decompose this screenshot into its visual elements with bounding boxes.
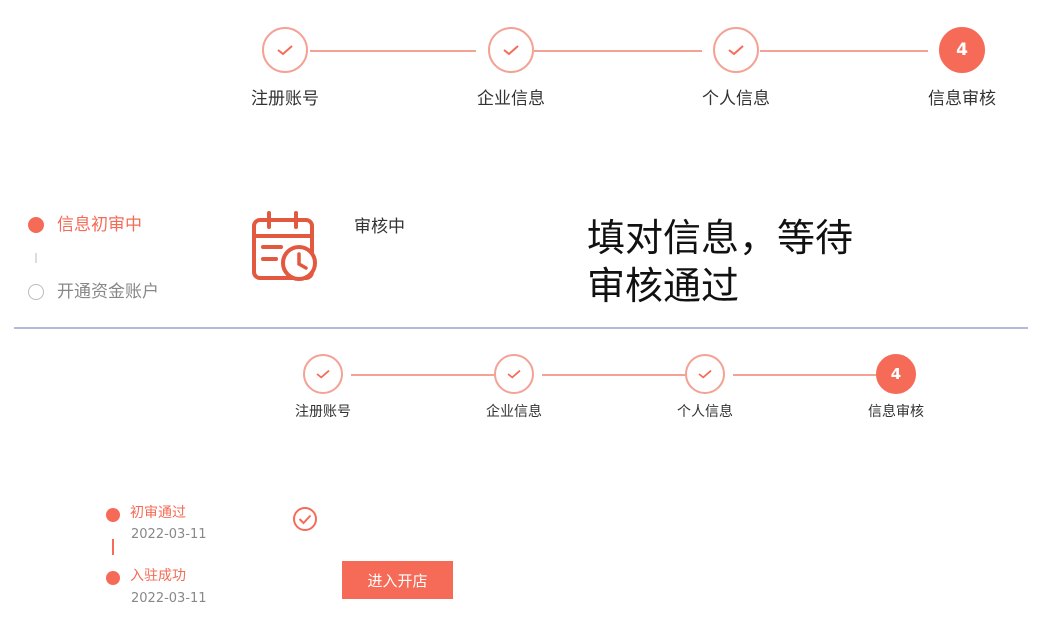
step-2-circle xyxy=(494,354,534,394)
step-1-circle xyxy=(262,27,308,73)
step-4-circle: 4 xyxy=(876,354,916,394)
step-label: 信息审核 xyxy=(928,89,996,109)
calendar-clock-icon xyxy=(252,211,317,281)
check-icon xyxy=(277,45,293,56)
step-1-circle xyxy=(303,354,343,394)
check-icon xyxy=(316,369,330,379)
result-step-date: 2022-03-11 xyxy=(131,527,207,542)
step-3-circle xyxy=(685,354,725,394)
enter-store-button[interactable]: 进入开店 xyxy=(342,561,453,599)
step-3-circle xyxy=(713,27,759,73)
check-icon xyxy=(507,369,521,379)
check-icon xyxy=(698,369,712,379)
timeline-dot-pending xyxy=(28,284,44,300)
timeline-dot-done xyxy=(106,571,120,585)
step-connector xyxy=(542,374,685,376)
timeline-connector xyxy=(112,539,114,555)
result-step-label: 入驻成功 xyxy=(130,568,186,584)
review-step-label: 信息初审中 xyxy=(57,215,142,235)
timeline-connector xyxy=(35,253,37,263)
step-connector xyxy=(534,50,702,52)
section-divider xyxy=(14,327,1028,329)
step-label: 企业信息 xyxy=(477,89,545,109)
review-status-text: 审核中 xyxy=(354,217,405,237)
caption-line: 填对信息，等待 xyxy=(587,216,854,260)
step-number: 4 xyxy=(890,365,902,383)
step-2-circle xyxy=(488,27,534,73)
step-connector xyxy=(760,50,928,52)
caption-line: 审核通过 xyxy=(587,264,740,308)
step-label: 信息审核 xyxy=(868,404,924,420)
step-label: 个人信息 xyxy=(677,404,733,420)
step-4-circle: 4 xyxy=(939,27,985,73)
check-icon xyxy=(503,45,519,56)
step-label: 注册账号 xyxy=(251,89,319,109)
timeline-dot-done xyxy=(106,508,120,522)
review-step-label: 开通资金账户 xyxy=(57,282,159,302)
step-connector xyxy=(310,50,476,52)
timeline-dot-active xyxy=(28,217,44,233)
step-connector xyxy=(733,374,876,376)
result-step-date: 2022-03-11 xyxy=(131,591,207,606)
step-number: 4 xyxy=(956,40,968,60)
check-icon xyxy=(728,45,744,56)
result-step-label: 初审通过 xyxy=(130,505,186,521)
step-label: 个人信息 xyxy=(702,89,770,109)
step-connector xyxy=(351,374,494,376)
check-circle-icon xyxy=(293,507,317,531)
step-label: 企业信息 xyxy=(486,404,542,420)
step-label: 注册账号 xyxy=(295,404,351,420)
overlay-caption: 填对信息，等待 审核通过 xyxy=(587,214,853,310)
